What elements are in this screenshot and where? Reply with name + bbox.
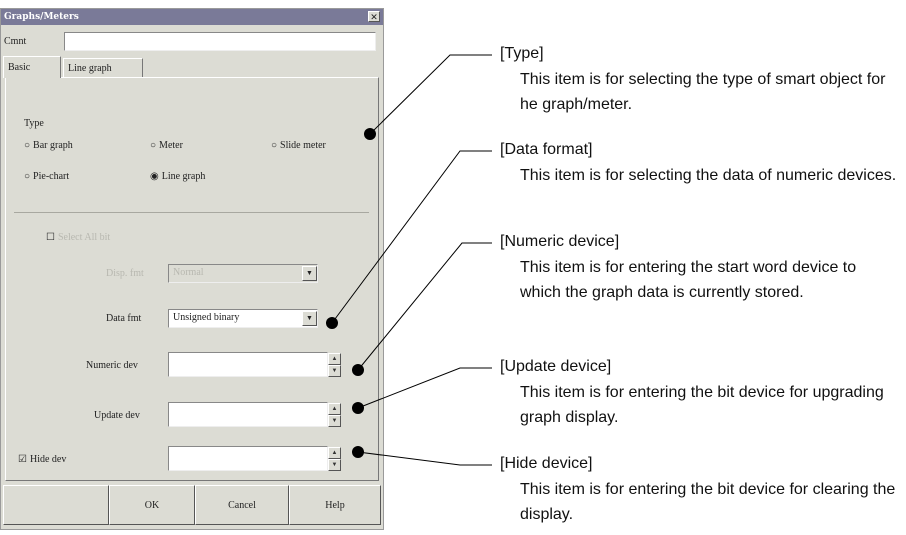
radio-label: Pie-chart [33,171,70,182]
close-button[interactable]: ✕ [368,11,380,22]
data-format-label: Data fmt [106,313,142,324]
select-all-checkbox[interactable]: ☐ Select All bit [46,232,110,243]
annotation-hide-heading: [Hide device] [500,455,593,472]
hide-device-spinner[interactable]: ▲ ▼ [328,447,341,471]
comment-label: Cmnt [4,36,27,47]
cancel-button[interactable]: Cancel [195,485,289,525]
tab-basic-label: Basic [8,62,31,73]
numeric-device-spinner[interactable]: ▲ ▼ [328,353,341,377]
radio-line-graph[interactable]: ◉ Line graph [150,171,205,182]
tab-line-graph-label: Line graph [68,63,112,74]
tab-line-graph[interactable]: Line graph [63,58,143,78]
spacer-button-area [3,485,109,525]
group-divider [14,212,369,213]
help-button[interactable]: Help [289,485,381,525]
tab-basic[interactable]: Basic [3,56,61,78]
type-group-label: Type [24,118,44,129]
chevron-down-icon: ▼ [328,459,341,471]
radio-label: Line graph [161,171,206,182]
title-bar: Graphs/Meters ✕ [1,9,383,25]
update-device-input[interactable] [168,402,328,427]
radio-selected-icon: ◉ [150,171,159,182]
radio-pie-chart[interactable]: ○ Pie-chart [24,171,69,182]
radio-icon: ○ [271,140,278,151]
annotation-data-format-text: This item is for selecting the data of n… [520,167,897,184]
close-icon: ✕ [370,12,378,22]
chevron-down-icon: ▼ [328,415,341,427]
numeric-device-label: Numeric dev [86,360,138,371]
radio-meter[interactable]: ○ Meter [150,140,183,151]
display-format-dropdown-button[interactable]: ▼ [302,266,317,281]
radio-slide-meter[interactable]: ○ Slide meter [271,140,326,151]
display-format-label: Disp. fmt [106,268,144,279]
radio-icon: ○ [24,171,31,182]
annotation-update-text: This item is for entering the bit device… [520,384,884,426]
annotation-data-format-heading: [Data format] [500,141,593,158]
hide-device-input[interactable] [168,446,328,471]
annotation-type-text: This item is for selecting the type of s… [520,71,886,113]
data-format-dropdown-button[interactable]: ▼ [302,311,317,326]
chevron-up-icon: ▲ [328,353,341,365]
checkbox-checked-icon: ☑ [18,454,27,465]
checkbox-icon: ☐ [46,232,55,243]
numeric-device-input[interactable] [168,352,328,377]
leader-type [369,54,492,135]
chevron-down-icon: ▼ [306,270,313,277]
hide-device-checkbox[interactable]: ☑ Hide dev [18,454,66,465]
chevron-up-icon: ▲ [328,447,341,459]
annotation-numeric-text: This item is for entering the start word… [520,259,857,301]
checkbox-label: Hide dev [29,454,67,465]
checkbox-label: Select All bit [57,232,111,243]
data-format-select[interactable]: Unsigned binary [168,309,318,328]
annotation-type-heading: [Type] [500,45,544,62]
ok-button[interactable]: OK [109,485,195,525]
help-label: Help [325,499,345,511]
comment-input[interactable] [64,32,376,51]
annotation-hide-text: This item is for entering the bit device… [520,481,896,523]
chevron-up-icon: ▲ [328,403,341,415]
chevron-down-icon: ▼ [328,365,341,377]
dialog-title: Graphs/Meters [4,12,79,22]
radio-bar-graph[interactable]: ○ Bar graph [24,140,73,151]
annotation-numeric-heading: [Numeric device] [500,233,620,250]
chevron-down-icon: ▼ [306,315,313,322]
cancel-label: Cancel [228,499,256,511]
annotation-update-heading: [Update device] [500,358,612,375]
graphs-meters-dialog: Graphs/Meters ✕ Cmnt Basic Line graph Ty… [0,8,384,530]
basic-tab-panel: Type ○ Bar graph ○ Meter ○ Slide meter ○ Pie… [5,77,379,481]
update-device-spinner[interactable]: ▲ ▼ [328,403,341,427]
display-format-select[interactable]: Normal [168,264,318,283]
update-device-label: Update dev [94,410,140,421]
radio-label: Bar graph [33,140,73,151]
radio-label: Meter [159,140,183,151]
radio-label: Slide meter [280,140,326,151]
ok-label: OK [144,499,160,511]
radio-icon: ○ [24,140,31,151]
radio-icon: ○ [150,140,157,151]
